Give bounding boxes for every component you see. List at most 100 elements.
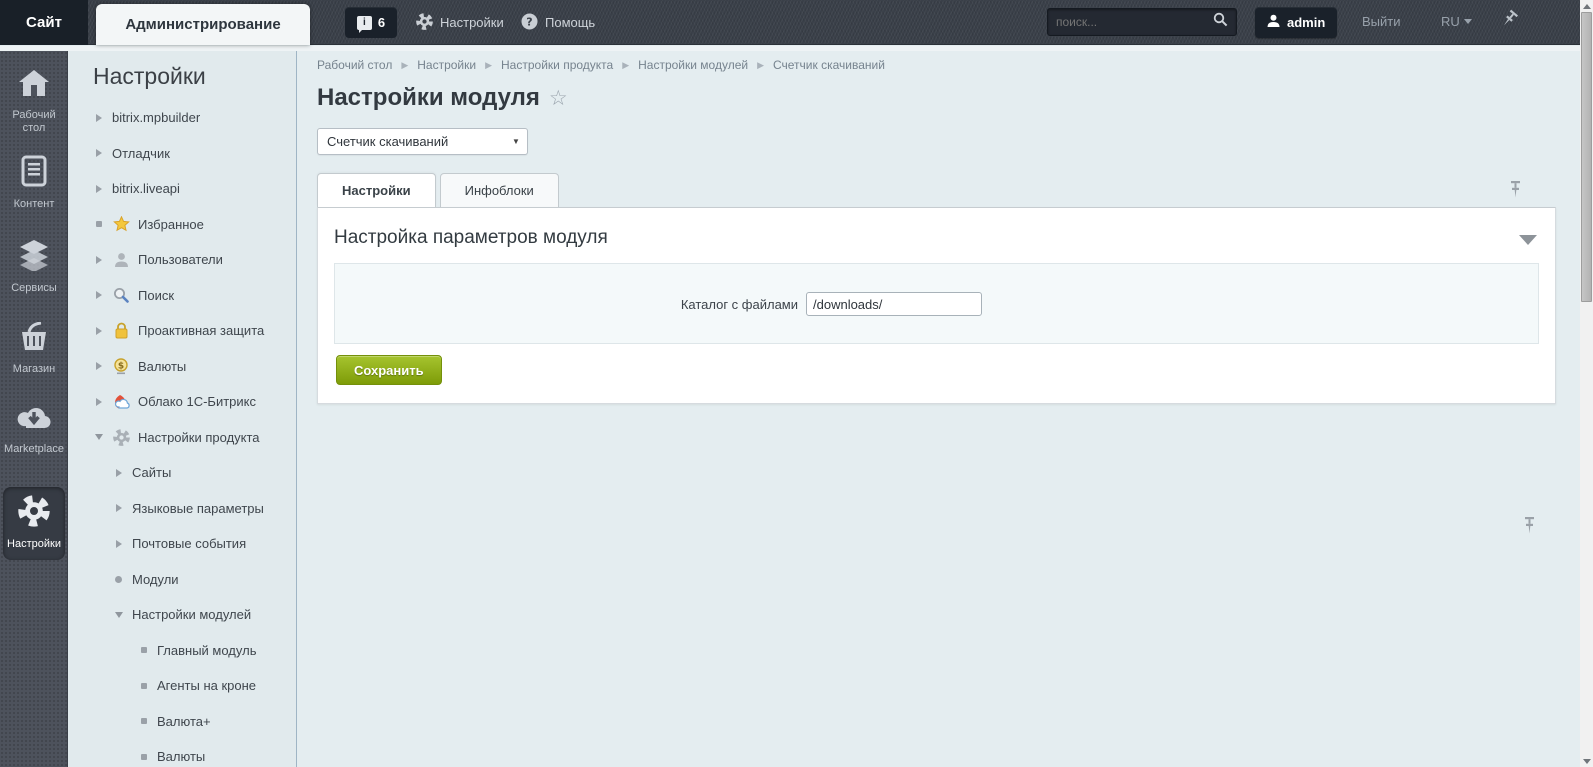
sidebar-item-label: Почтовые события: [132, 536, 247, 552]
notifications-button[interactable]: i 6: [345, 7, 397, 38]
user-icon: [112, 251, 130, 269]
search-icon[interactable]: [1213, 12, 1228, 32]
user-menu-button[interactable]: admin: [1255, 7, 1338, 38]
document-icon: [19, 155, 49, 192]
sidebar-item-label: Валюты: [138, 358, 187, 374]
search-input[interactable]: [1056, 15, 1213, 29]
expand-arrow-icon: [93, 255, 104, 264]
expand-arrow-icon: [93, 397, 104, 406]
sidebar-item-настройки-продукта[interactable]: Настройки продукта: [68, 420, 297, 456]
language-selector[interactable]: RU: [1441, 14, 1472, 29]
scrollbar-thumb[interactable]: [1581, 12, 1592, 302]
sidebar-item-label: Настройки продукта: [138, 429, 260, 445]
sidebar-item-агенты-на-кроне[interactable]: Агенты на кроне: [68, 668, 297, 704]
svg-text:$: $: [118, 361, 124, 371]
breadcrumb: Рабочий стол ▶ Настройки ▶ Настройки продукт…: [317, 58, 885, 72]
sidebar-item-label: Валюты: [157, 749, 206, 765]
topbar-help-label: Помощь: [545, 15, 596, 30]
vertical-scrollbar[interactable]: [1580, 0, 1593, 767]
sidebar-item-модули[interactable]: Модули: [68, 562, 297, 598]
sidebar-item-отладчик[interactable]: Отладчик: [68, 136, 297, 172]
rail-item-label: Marketplace: [4, 443, 64, 455]
select-arrow-icon: ▼: [512, 137, 520, 146]
gear-icon: [18, 495, 50, 532]
top-bar: Сайт Администрирование i 6 Настройки ? П…: [0, 0, 1580, 45]
topbar-settings-button[interactable]: Настройки: [416, 0, 504, 45]
tab-инфоблоки[interactable]: Инфоблоки: [439, 173, 559, 207]
rail-item-настройки[interactable]: Настройки: [3, 487, 65, 560]
expand-arrow-icon: [93, 149, 104, 158]
breadcrumb-separator-icon: ▶: [757, 59, 764, 70]
form-pin-icon[interactable]: [1522, 516, 1537, 540]
sidebar-item-bitrix.liveapi[interactable]: bitrix.liveapi: [68, 171, 297, 207]
gear-gray-icon: [112, 428, 130, 446]
breadcrumb-link[interactable]: Счетчик скачиваний: [773, 58, 885, 72]
sidebar-item-проактивная-защита[interactable]: Проактивная защита: [68, 313, 297, 349]
rail-item-label: Рабочий стол: [12, 109, 56, 134]
sidebar-item-валюты[interactable]: $ Валюты: [68, 349, 297, 385]
collapse-arrow-icon: [113, 611, 124, 618]
sidebar-item-label: Облако 1С-Битрикс: [138, 394, 256, 410]
rail-item-marketplace[interactable]: Marketplace: [0, 396, 68, 456]
scroll-up-icon[interactable]: [1580, 0, 1593, 12]
sidebar-title: Настройки: [93, 63, 206, 89]
breadcrumb-link[interactable]: Рабочий стол: [317, 58, 392, 72]
downloads-path-input[interactable]: [806, 292, 982, 316]
sidebar-item-bitrix.mpbuilder[interactable]: bitrix.mpbuilder: [68, 100, 297, 136]
sidebar-item-валюта+[interactable]: Валюта+: [68, 704, 297, 740]
rail-item-магазин[interactable]: Магазин: [0, 314, 68, 376]
star-icon: [112, 215, 130, 233]
sidebar-item-поиск[interactable]: Поиск: [68, 278, 297, 314]
collapse-arrow-icon: [93, 434, 104, 441]
sidebar-item-сайты[interactable]: Сайты: [68, 455, 297, 491]
site-tab[interactable]: Сайт: [0, 0, 88, 45]
sidebar-item-валюты[interactable]: Валюты: [68, 739, 297, 767]
sidebar-item-label: Главный модуль: [157, 642, 257, 658]
topbar-settings-label: Настройки: [440, 15, 504, 30]
cloud-bitrix-icon: [112, 393, 130, 411]
lock-icon: [112, 322, 130, 340]
logout-link[interactable]: Выйти: [1362, 14, 1401, 29]
sidebar-item-настройки-модулей[interactable]: Настройки модулей: [68, 597, 297, 633]
tab-bar: Настройки Инфоблоки: [317, 173, 563, 207]
sidebar-item-почтовые-события[interactable]: Почтовые события: [68, 526, 297, 562]
breadcrumb-link[interactable]: Настройки продукта: [501, 58, 613, 72]
admin-tab[interactable]: Администрирование: [96, 4, 310, 45]
sidebar-item-label: bitrix.mpbuilder: [112, 110, 201, 126]
breadcrumb-link[interactable]: Настройки: [417, 58, 476, 72]
rail-item-рабочий-стол[interactable]: Рабочий стол: [0, 60, 68, 135]
sidebar-item-языковые-параметры[interactable]: Языковые параметры: [68, 491, 297, 527]
rail-item-сервисы[interactable]: Сервисы: [0, 231, 68, 295]
sidebar-item-label: Валюта+: [157, 713, 211, 729]
rail-item-label: Магазин: [12, 363, 56, 375]
scroll-down-icon[interactable]: [1580, 755, 1593, 767]
rail-item-label: Контент: [13, 198, 55, 210]
topbar-help-button[interactable]: ? Помощь: [521, 0, 595, 45]
sidebar-item-label: Сайты: [132, 465, 172, 481]
sidebar-item-облако-1с-битрикс[interactable]: Облако 1С-Битрикс: [68, 384, 297, 420]
search-icon: [112, 286, 130, 304]
rail-item-контент[interactable]: Контент: [0, 147, 68, 211]
sidebar-item-label: bitrix.liveapi: [112, 181, 180, 197]
sidebar-item-label: Модули: [132, 571, 179, 587]
bullet-icon: [138, 718, 149, 725]
chevron-down-icon: [1463, 19, 1472, 24]
module-select-value: Счетчик скачиваний: [327, 134, 449, 149]
sidebar-item-главный-модуль[interactable]: Главный модуль: [68, 633, 297, 669]
sidebar-item-пользователи[interactable]: Пользователи: [68, 242, 297, 278]
breadcrumb-link[interactable]: Настройки модулей: [638, 58, 748, 72]
tabs-pin-icon[interactable]: [1508, 180, 1523, 204]
save-button[interactable]: Сохранить: [336, 355, 442, 385]
sidebar-item-избранное[interactable]: Избранное: [68, 207, 297, 243]
form-field-row: Каталог с файлами: [335, 292, 1538, 316]
home-icon: [17, 68, 51, 103]
bullet-icon: [113, 575, 124, 583]
topbar-search: [1047, 8, 1237, 36]
language-label: RU: [1441, 14, 1460, 29]
favorite-star-icon[interactable]: ☆: [549, 86, 568, 111]
topbar-pin-icon[interactable]: [1494, 7, 1521, 35]
basket-icon: [17, 321, 51, 357]
module-select[interactable]: Счетчик скачиваний ▼: [317, 128, 528, 155]
tab-настройки[interactable]: Настройки: [317, 173, 436, 207]
collapse-section-icon[interactable]: [1519, 235, 1537, 245]
